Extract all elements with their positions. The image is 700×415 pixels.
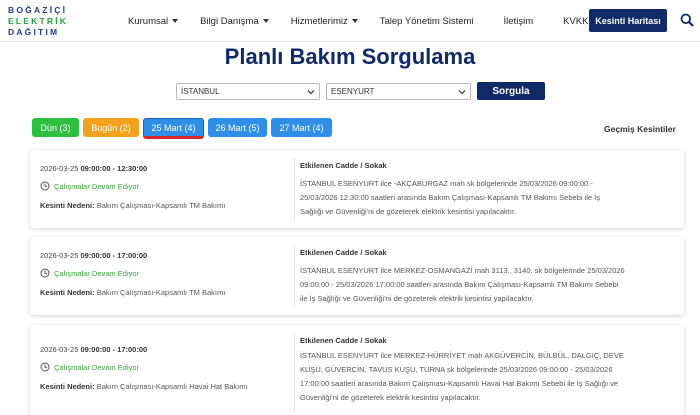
outage-datetime: 2026-03-25 09:00:00 - 17:00:00 <box>40 251 147 260</box>
nav-item-label: KVKK <box>563 15 589 27</box>
main-nav: Kurumsal Bilgi Danışma Hizmetlerimiz Tal… <box>128 0 599 42</box>
chevron-down-icon <box>351 19 358 23</box>
reason-label: Kesinti Nedeni: <box>40 201 95 210</box>
past-outages-link[interactable]: Geçmiş Kesintiler <box>604 124 676 134</box>
query-button[interactable]: Sorgula <box>477 82 545 100</box>
status-text: Çalışmalar Devam Ediyor <box>54 181 140 191</box>
reason-value: Bakım Çalışması-Kapsamlı TM Bakımı <box>96 288 226 297</box>
chevron-down-icon <box>307 89 315 94</box>
affected-streets-heading: Etkilenen Cadde / Sokak <box>300 336 387 345</box>
status-text: Çalışmalar Devam Ediyor <box>54 268 140 278</box>
outage-datetime: 2026-03-25 09:00:00 - 17:00:00 <box>40 345 147 354</box>
outage-reason: Kesinti Nedeni: Bakım Çalışması-Kapsamlı… <box>40 288 225 297</box>
outage-map-button[interactable]: Kesinti Haritası <box>589 9 667 32</box>
description-line: ile İş Sağlığı ve Güvenliği'ni de gözete… <box>300 294 534 303</box>
nav-item-bilgi-danisma[interactable]: Bilgi Danışma <box>200 16 269 27</box>
reason-label: Kesinti Nedeni: <box>40 382 95 391</box>
description-line: 25/03/2026 12:30:00 saatleri arasında Ba… <box>300 193 601 202</box>
nav-item-label: Hizmetlerimiz <box>290 15 348 27</box>
outage-date: 2026-03-25 <box>40 251 79 260</box>
district-select-value: ESENYURT <box>331 87 375 96</box>
nav-item-talep-yonetim[interactable]: Talep Yönetim Sistemi <box>380 16 474 27</box>
logo-line-2: ELEKTRİK <box>8 16 69 26</box>
description-line: Güvenliği'ni de gözeterek elektrik kesin… <box>300 393 481 402</box>
description-line: KUŞU, GÜVERCİN, TAVUS KUŞU, TURNA sk böl… <box>300 365 613 374</box>
site-header: BOĞAZİÇİ ELEKTRİK DAĞITIM Kurumsal Bilgi… <box>0 0 700 42</box>
outage-description: İSTANBUL ESENYURT ilce MERKEZ-OSMANGAZİ … <box>300 264 630 306</box>
outage-time: 09:00:00 - 17:00:00 <box>80 251 148 260</box>
card-divider <box>294 158 295 220</box>
card-divider <box>294 333 295 413</box>
city-select-value: İSTANBUL <box>181 87 220 96</box>
nav-item-label: Kurumsal <box>128 15 169 27</box>
description-line: 09:00:00 - 25/03/2026 17:00:00 saatleri … <box>300 280 619 289</box>
outage-datetime: 2026-03-25 09:00:00 - 12:30:00 <box>40 164 147 173</box>
nav-item-label: İletişim <box>503 15 534 27</box>
chevron-down-icon <box>262 19 269 23</box>
tab-26-mart[interactable]: 26 Mart (5) <box>208 118 267 137</box>
clock-icon <box>40 181 50 191</box>
logo[interactable]: BOĞAZİÇİ ELEKTRİK DAĞITIM <box>8 5 78 38</box>
nav-item-hizmetlerimiz[interactable]: Hizmetlerimiz <box>291 16 358 27</box>
nav-item-label: Talep Yönetim Sistemi <box>379 15 474 27</box>
outage-card: 2026-03-25 09:00:00 - 17:00:00 Çalışmala… <box>30 325 684 415</box>
status-text: Çalışmalar Devam Ediyor <box>54 362 140 372</box>
card-divider <box>294 245 295 307</box>
district-select[interactable]: ESENYURT <box>326 83 471 100</box>
reason-value: Bakım Çalışması-Kapsamlı TM Bakımı <box>96 201 226 210</box>
clock-icon <box>40 268 50 278</box>
logo-line-3: DAĞITIM <box>8 27 60 37</box>
reason-label: Kesinti Nedeni: <box>40 288 95 297</box>
outage-description: İSTANBUL ESENYURT ilce -AKÇABURGAZ mah s… <box>300 177 630 219</box>
affected-streets-heading: Etkilenen Cadde / Sokak <box>300 161 387 170</box>
chevron-down-icon <box>172 19 179 23</box>
description-line: İSTANBUL ESENYURT ilce MERKEZ-HÜRRİYET m… <box>300 351 624 360</box>
logo-line-1: BOĞAZİÇİ <box>8 5 68 15</box>
nav-item-label: Bilgi Danışma <box>200 15 259 27</box>
outage-card: 2026-03-25 09:00:00 - 12:30:00 Çalışmala… <box>30 150 684 228</box>
outage-card: 2026-03-25 09:00:00 - 17:00:00 Çalışmala… <box>30 237 684 315</box>
description-line: Sağlığı ve Güvenliği'ni de gözeterek ele… <box>300 207 517 216</box>
outage-date: 2026-03-25 <box>40 345 79 354</box>
chevron-down-icon <box>458 89 466 94</box>
description-line: İSTANBUL ESENYURT ilce MERKEZ-OSMANGAZİ … <box>300 266 625 275</box>
search-icon[interactable] <box>680 13 694 27</box>
outage-reason: Kesinti Nedeni: Bakım Çalışması-Kapsamlı… <box>40 382 248 391</box>
city-select[interactable]: İSTANBUL <box>176 83 320 100</box>
outage-time: 09:00:00 - 17:00:00 <box>80 345 148 354</box>
tab-27-mart[interactable]: 27 Mart (4) <box>271 118 332 137</box>
outage-reason: Kesinti Nedeni: Bakım Çalışması-Kapsamlı… <box>40 201 225 210</box>
tab-yesterday[interactable]: Dün (3) <box>32 118 79 137</box>
status-badge: Çalışmalar Devam Ediyor <box>40 181 139 191</box>
outage-time: 09:00:00 - 12:30:00 <box>80 164 148 173</box>
description-line: 17:00:00 saatleri arasında Bakım Çalışma… <box>300 379 619 388</box>
nav-item-iletisim[interactable]: İletişim <box>504 16 534 27</box>
outage-description: İSTANBUL ESENYURT ilce MERKEZ-HÜRRİYET m… <box>300 349 630 405</box>
status-badge: Çalışmalar Devam Ediyor <box>40 362 139 372</box>
reason-value: Bakım Çalışması-Kapsamlı Havai Hat Bakım… <box>96 382 248 391</box>
nav-item-kurumsal[interactable]: Kurumsal <box>128 15 179 27</box>
outage-date: 2026-03-25 <box>40 164 79 173</box>
affected-streets-heading: Etkilenen Cadde / Sokak <box>300 248 387 257</box>
tab-today[interactable]: Bugün (2) <box>83 118 139 137</box>
clock-icon <box>40 362 50 372</box>
page-title: Planlı Bakım Sorgulama <box>224 44 476 69</box>
description-line: İSTANBUL ESENYURT ilce -AKÇABURGAZ mah s… <box>300 179 593 188</box>
status-badge: Çalışmalar Devam Ediyor <box>40 268 139 278</box>
tab-25-mart[interactable]: 25 Mart (4) <box>143 118 204 139</box>
